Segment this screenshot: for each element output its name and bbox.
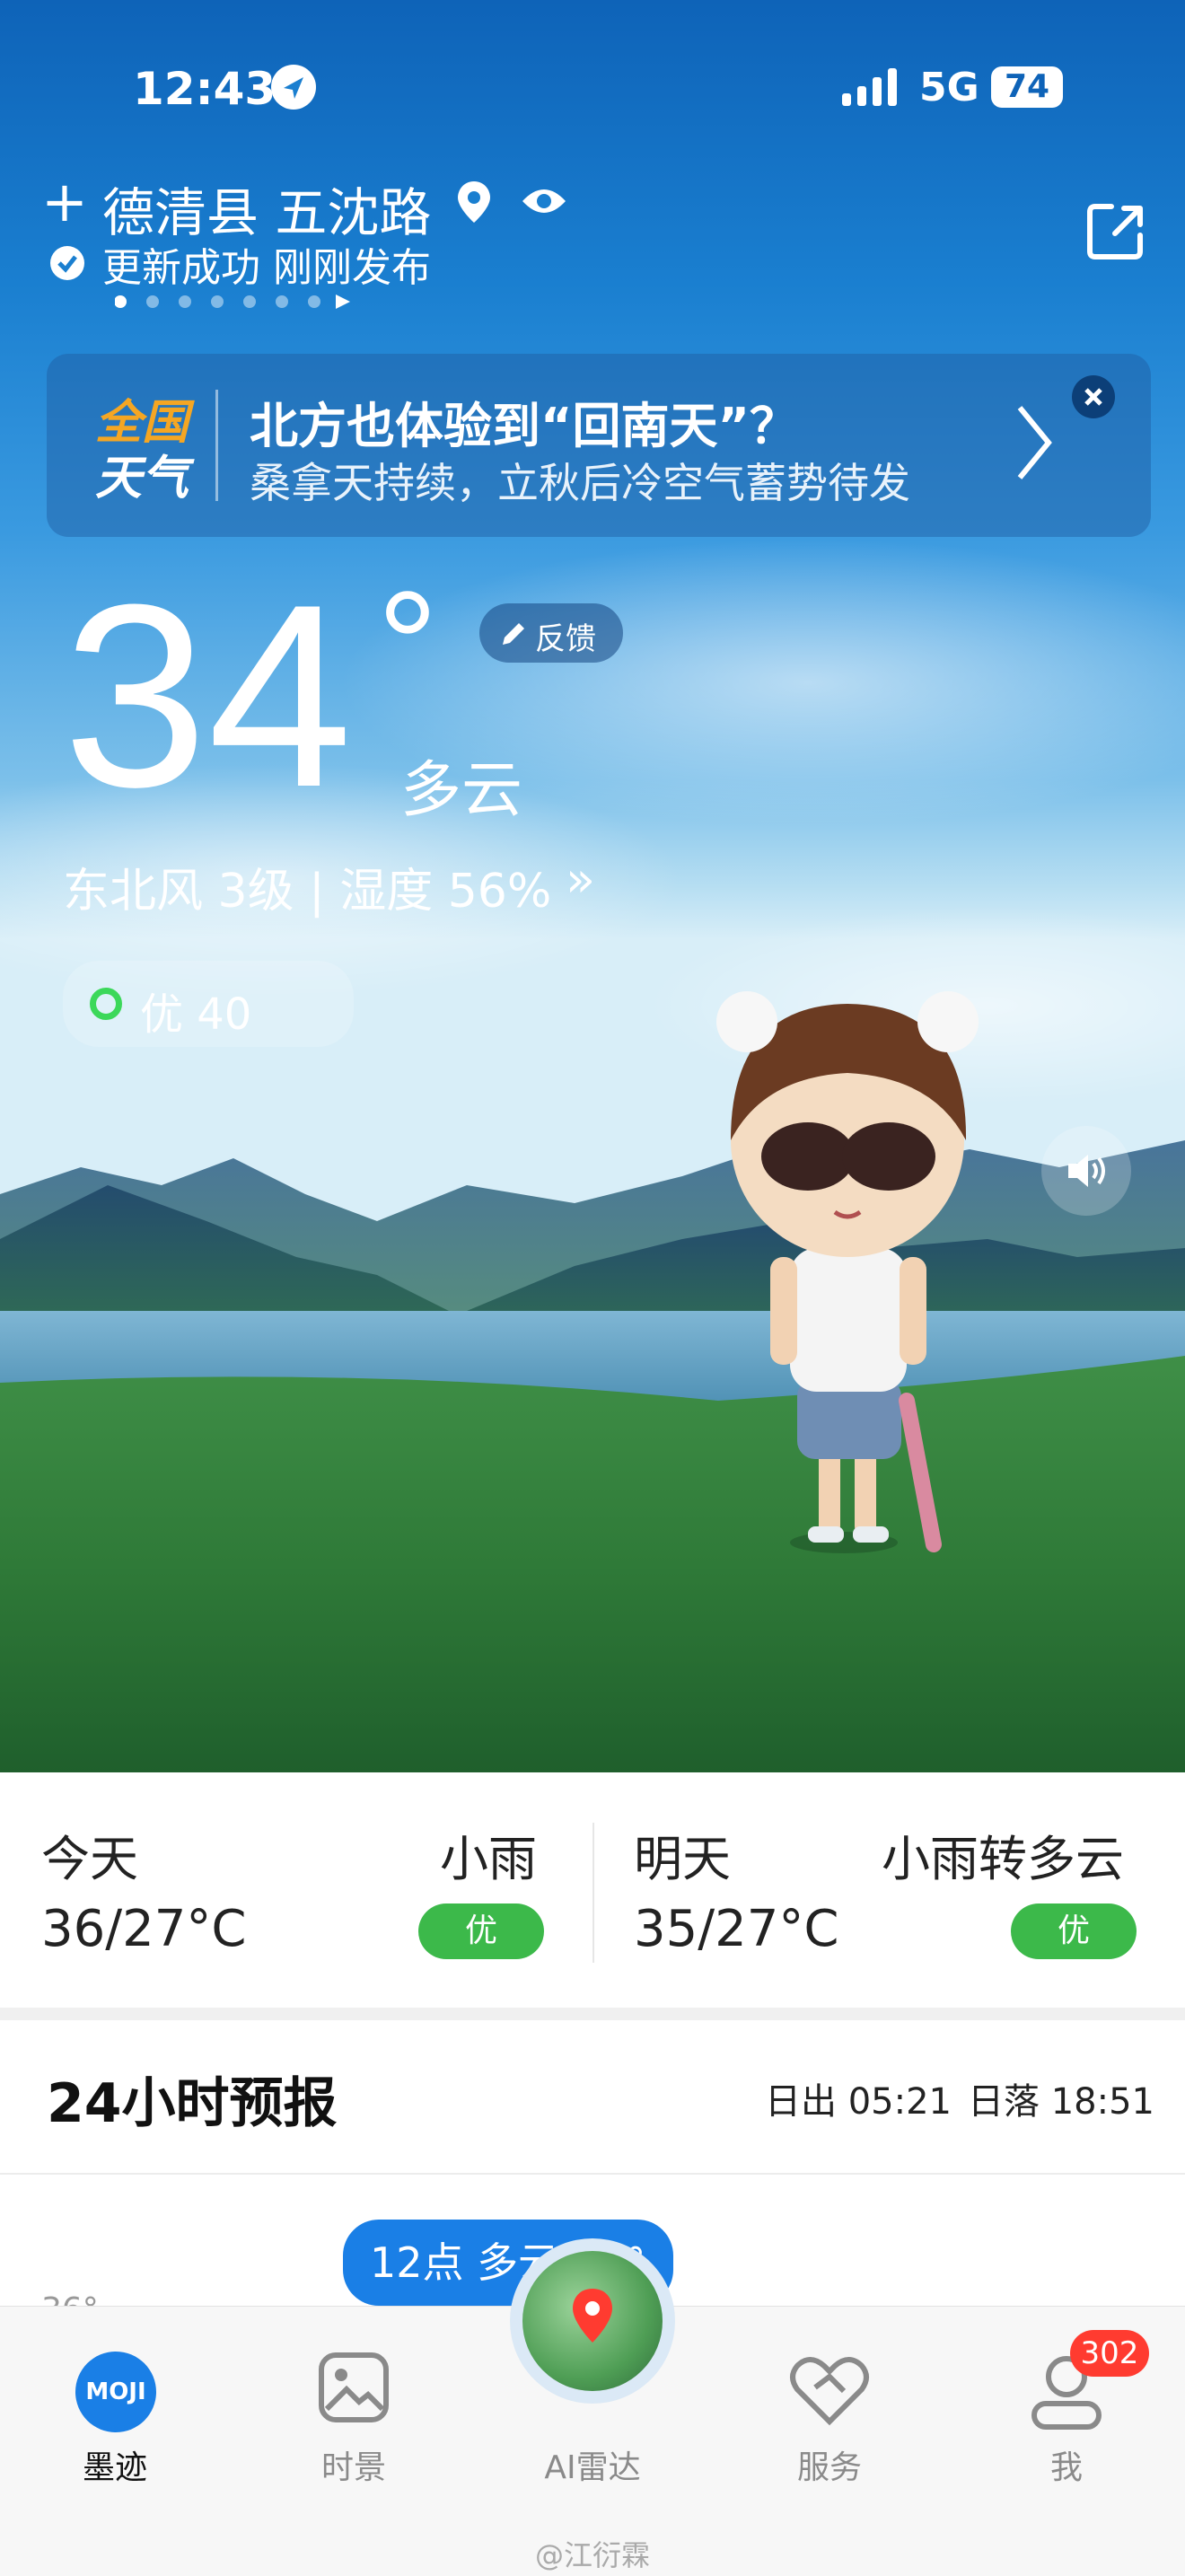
- status-time: 12:43: [133, 63, 276, 115]
- current-temperature: 34: [63, 550, 353, 841]
- tab-ai-radar-label: AI雷达: [544, 2449, 641, 2486]
- photo-icon: [319, 2352, 389, 2422]
- current-condition: 多云: [400, 755, 523, 826]
- network-label: 5G: [919, 65, 979, 110]
- tomorrow-label: 明天: [634, 1831, 731, 1887]
- section-separator: [0, 2008, 1185, 2020]
- aqi-label: 优 40: [140, 989, 252, 1040]
- plus-icon[interactable]: +: [41, 174, 88, 230]
- banner-headline: 北方也体验到“回南天”？: [250, 398, 798, 454]
- today-temps: 36/27°C: [41, 1900, 247, 1958]
- sunrise-time: 日出 05:21: [765, 2081, 952, 2123]
- update-status: 更新成功 刚刚发布: [102, 245, 431, 291]
- check-circle-icon: [50, 246, 84, 280]
- news-banner[interactable]: 全国 天气 北方也体验到“回南天”？ 桑拿天持续，立秋后冷空气蓄势待发: [47, 354, 1151, 537]
- speaker-icon: [1068, 1155, 1105, 1187]
- hourly-title: 24小时预报: [47, 2072, 338, 2135]
- tab-moji[interactable]: MOJI 墨迹: [25, 2307, 205, 2504]
- tab-ai-radar[interactable]: AI雷达: [503, 2238, 682, 2504]
- tab-me-label: 我: [1049, 2449, 1083, 2486]
- location-arrow-icon: [271, 65, 316, 110]
- tomorrow-condition: 小雨转多云: [882, 1831, 1124, 1887]
- banner-subline: 桑拿天持续，立秋后冷空气蓄势待发: [250, 459, 910, 507]
- tab-scenery-label: 时景: [320, 2449, 386, 2486]
- aqi-ring-icon: [90, 988, 122, 1020]
- signal-icon: [842, 66, 900, 110]
- today-aq-badge: 优: [418, 1903, 544, 1959]
- today-condition: 小雨: [440, 1831, 537, 1887]
- tomorrow-temps: 35/27°C: [634, 1900, 839, 1958]
- map-pin-icon: [573, 2289, 612, 2343]
- weather-hero: 12:43 5G 74 + 德清县 五沈路 更新成功 刚刚发布 全国 天气 北方…: [0, 0, 1185, 1772]
- feedback-button[interactable]: 反馈: [479, 603, 623, 663]
- watermark: @江衍霖: [534, 2538, 650, 2572]
- tab-scenery[interactable]: 时景: [264, 2307, 443, 2504]
- speaker-button[interactable]: [1041, 1126, 1131, 1216]
- tab-moji-label: 墨迹: [82, 2449, 147, 2486]
- battery-icon: 74: [991, 66, 1063, 108]
- tomorrow-card[interactable]: 明天 小雨转多云 35/27°C 优: [592, 1772, 1185, 2006]
- wind-humidity[interactable]: 东北风 3级 | 湿度 56%: [63, 853, 551, 920]
- notification-badge: 302: [1070, 2330, 1149, 2377]
- pencil-icon: [503, 623, 524, 645]
- tab-bar: MOJI 墨迹 时景 AI雷达 服务 302 我 @江衍霖: [0, 2238, 1185, 2576]
- tab-services[interactable]: 服务: [740, 2307, 919, 2504]
- page-dots: [114, 293, 357, 314]
- today-card[interactable]: 今天 小雨 36/27°C 优: [0, 1772, 592, 2006]
- feedback-label: 反馈: [535, 621, 596, 657]
- degree-symbol: °: [377, 560, 438, 731]
- banner-logo-line2: 天气: [95, 452, 189, 506]
- hourly-divider: [0, 2173, 1185, 2175]
- today-label: 今天: [41, 1831, 138, 1887]
- banner-divider: [215, 390, 218, 501]
- sunset-time: 日落 18:51: [968, 2081, 1154, 2123]
- location-pin-icon: [456, 180, 492, 228]
- chevron-right-icon[interactable]: [1011, 402, 1056, 487]
- heart-handshake-icon: [790, 2357, 869, 2426]
- moji-logo-icon: MOJI: [75, 2352, 156, 2432]
- tab-me[interactable]: 302 我: [977, 2307, 1156, 2504]
- close-icon[interactable]: [1072, 375, 1115, 418]
- tab-services-label: 服务: [796, 2449, 862, 2486]
- share-icon[interactable]: [1084, 198, 1149, 266]
- tomorrow-aq-badge: 优: [1011, 1903, 1137, 1959]
- eye-icon[interactable]: [521, 183, 567, 223]
- aqi-pill[interactable]: 优 40: [63, 961, 354, 1047]
- double-chevron-right-icon[interactable]: »: [566, 851, 595, 908]
